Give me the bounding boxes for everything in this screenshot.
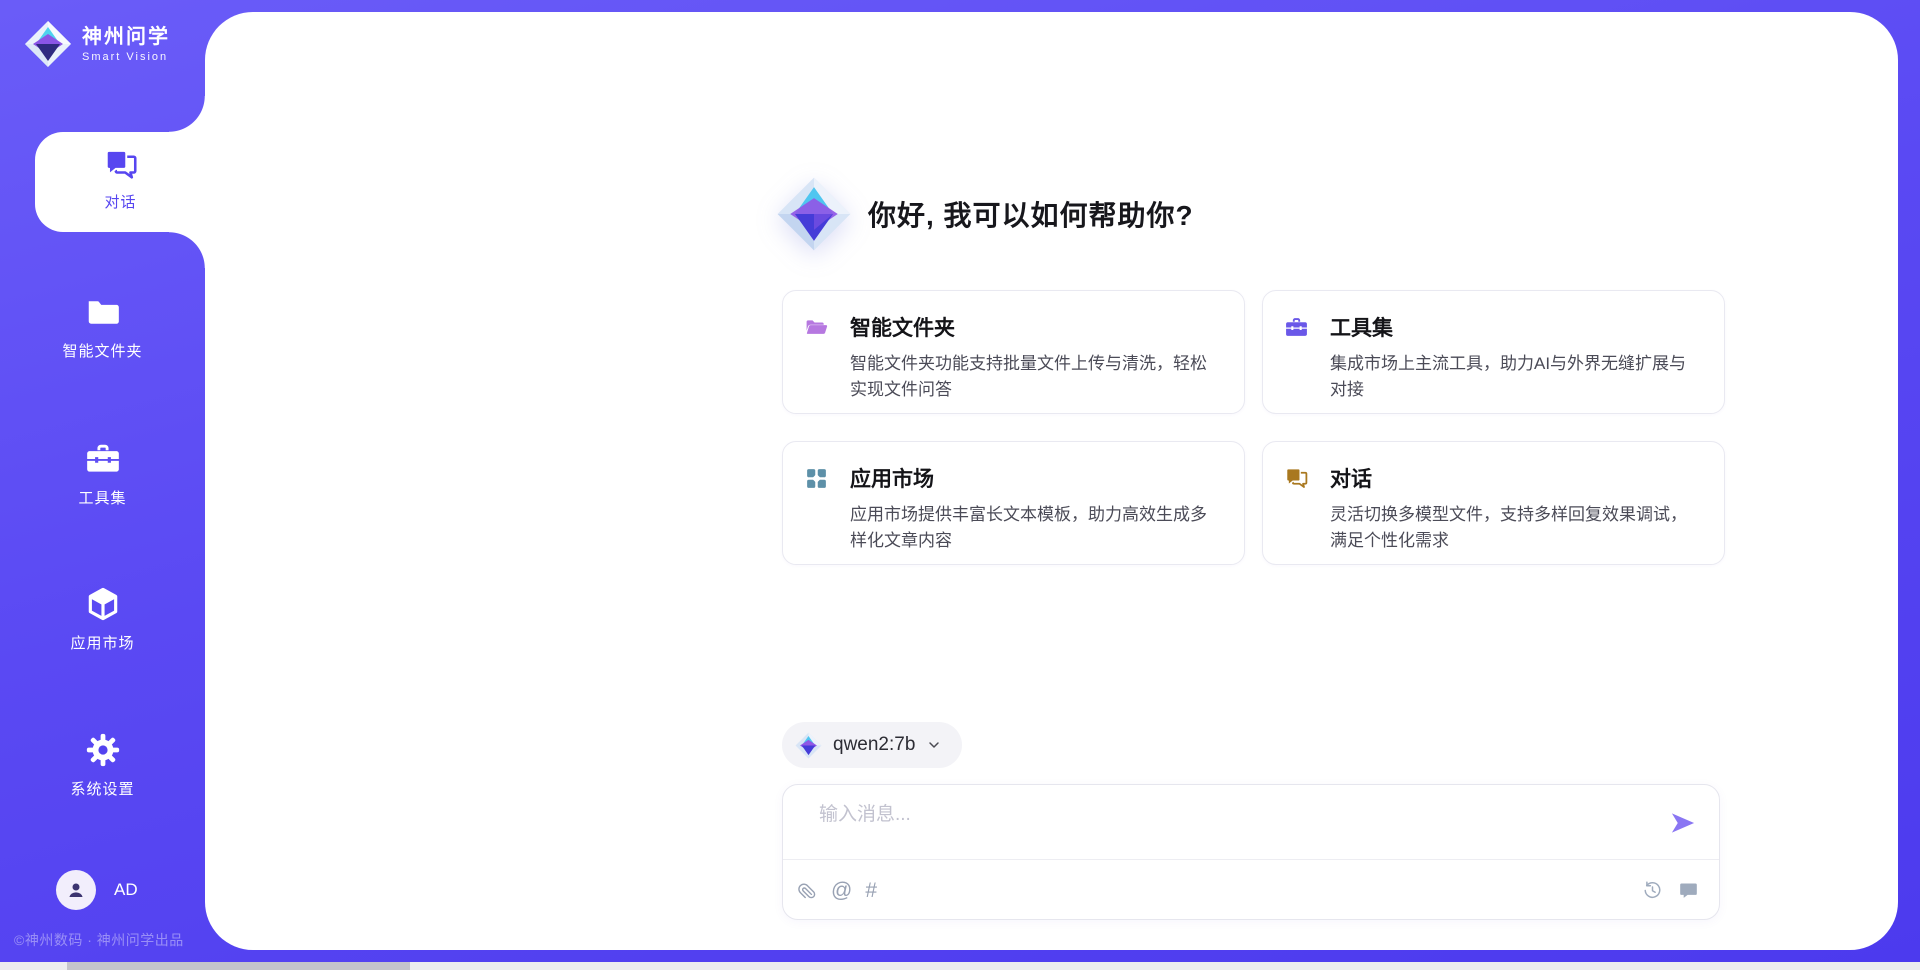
card-title: 工具集 — [1330, 312, 1393, 342]
sidebar: 神州问学 Smart Vision 对话 智能文件夹 工具集 — [0, 0, 205, 970]
sidebar-item-label: 应用市场 — [0, 632, 205, 653]
message-input[interactable] — [817, 797, 1649, 857]
feedback-bubble-button[interactable] — [1678, 880, 1699, 901]
card-title: 应用市场 — [850, 463, 934, 493]
card-title: 对话 — [1330, 463, 1372, 493]
app-title: 神州问学 — [82, 26, 170, 49]
user-avatar-chip[interactable]: AD — [56, 870, 138, 910]
model-name: qwen2:7b — [833, 734, 915, 756]
attach-file-button[interactable] — [797, 880, 818, 901]
sidebar-item-settings[interactable]: 系统设置 — [0, 731, 205, 799]
chat-bubbles-icon — [103, 147, 139, 183]
gear-icon — [84, 731, 122, 769]
copyright-footer: ©神州数码 · 神州问学出品 — [14, 930, 184, 950]
sidebar-item-label: 工具集 — [0, 487, 205, 508]
paperclip-icon — [797, 880, 818, 901]
brand-diamond-icon — [795, 732, 822, 759]
sidebar-item-smart-folder[interactable]: 智能文件夹 — [0, 293, 205, 361]
composer-divider — [783, 859, 1719, 860]
chat-bubbles-icon — [1284, 466, 1309, 491]
folder-open-icon — [804, 315, 829, 340]
app-grid-icon — [804, 466, 829, 491]
history-button[interactable] — [1642, 880, 1663, 901]
send-button[interactable] — [1669, 809, 1697, 837]
card-title: 智能文件夹 — [850, 312, 955, 342]
scrollbar-thumb[interactable] — [67, 962, 410, 970]
feature-cards: 智能文件夹 智能文件夹功能支持批量文件上传与清洗，轻松实现文件问答 工具集 集成… — [782, 290, 1726, 565]
brand-diamond-icon — [776, 174, 852, 254]
cube-icon — [84, 585, 122, 623]
card-app-market[interactable]: 应用市场 应用市场提供丰富长文本模板，助力高效生成多样化文章内容 — [782, 441, 1245, 565]
chat-bubble-icon — [1678, 880, 1699, 901]
topic-button[interactable]: # — [865, 880, 877, 901]
history-icon — [1642, 880, 1663, 901]
toolbox-icon — [1284, 315, 1309, 340]
card-toolset[interactable]: 工具集 集成市场上主流工具，助力AI与外界无缝扩展与对接 — [1262, 290, 1725, 414]
composer-toolbar: @ # — [797, 869, 1699, 911]
greeting-text: 你好, 我可以如何帮助你? — [868, 194, 1194, 234]
brand-diamond-icon — [24, 20, 72, 68]
card-description: 集成市场上主流工具，助力AI与外界无缝扩展与对接 — [1330, 351, 1700, 402]
app-logo: 神州问学 Smart Vision — [24, 20, 170, 68]
main-panel: 你好, 我可以如何帮助你? 智能文件夹 智能文件夹功能支持批量文件上传与清洗，轻… — [205, 12, 1898, 950]
send-icon — [1669, 809, 1697, 837]
horizontal-scrollbar[interactable] — [0, 962, 1920, 970]
model-selector[interactable]: qwen2:7b — [782, 722, 962, 768]
app-subtitle: Smart Vision — [82, 51, 170, 63]
card-smart-folder[interactable]: 智能文件夹 智能文件夹功能支持批量文件上传与清洗，轻松实现文件问答 — [782, 290, 1245, 414]
message-composer: @ # — [782, 784, 1720, 920]
sidebar-item-chat[interactable]: 对话 — [35, 132, 206, 232]
sidebar-item-app-market[interactable]: 应用市场 — [0, 585, 205, 653]
card-description: 应用市场提供丰富长文本模板，助力高效生成多样化文章内容 — [850, 502, 1220, 553]
person-icon — [64, 878, 88, 902]
toolbox-icon — [84, 440, 122, 478]
sidebar-item-toolset[interactable]: 工具集 — [0, 440, 205, 508]
folder-icon — [84, 293, 122, 331]
sidebar-item-label: 智能文件夹 — [0, 340, 205, 361]
avatar — [56, 870, 96, 910]
mention-button[interactable]: @ — [831, 880, 852, 901]
sidebar-item-label: 系统设置 — [0, 778, 205, 799]
card-description: 智能文件夹功能支持批量文件上传与清洗，轻松实现文件问答 — [850, 351, 1220, 402]
user-name: AD — [114, 880, 138, 900]
card-description: 灵活切换多模型文件，支持多样回复效果调试，满足个性化需求 — [1330, 502, 1700, 553]
sidebar-item-label: 对话 — [35, 191, 206, 212]
chevron-down-icon — [926, 737, 942, 753]
greeting: 你好, 我可以如何帮助你? — [776, 174, 1194, 254]
card-chat[interactable]: 对话 灵活切换多模型文件，支持多样回复效果调试，满足个性化需求 — [1262, 441, 1725, 565]
